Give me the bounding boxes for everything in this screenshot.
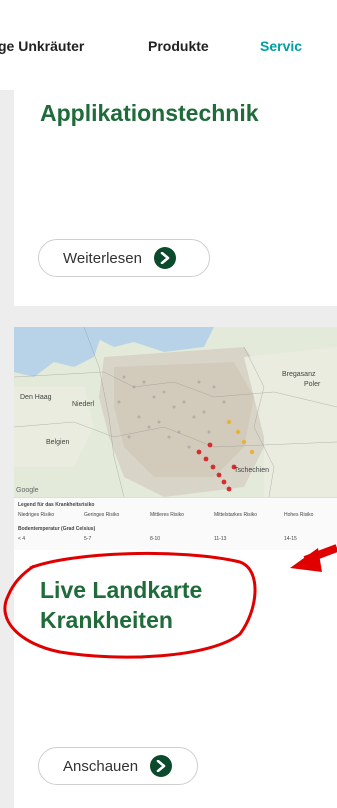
chevron-right-icon — [150, 755, 173, 777]
view-button[interactable]: Anschauen — [38, 747, 198, 785]
legend-title-temperature: Bodentemperatur (Grad Celsius) — [18, 526, 96, 532]
disease-map[interactable]: Poler Niederl Belgien Tschechien Bregasa… — [14, 327, 337, 497]
legend-item: Mittleres Risiko — [150, 512, 184, 518]
legend-item: 8-10 — [150, 536, 161, 542]
legend-item: 11-13 — [214, 536, 227, 542]
button-label: Anschauen — [63, 757, 139, 775]
read-more-button[interactable]: Weiterlesen — [38, 239, 210, 277]
map-label-belgien: Belgien — [46, 439, 70, 446]
card-title: Applikationstechnik — [40, 100, 259, 126]
legend-item: 5-7 — [84, 536, 92, 542]
map-label-niederlande: Niederl — [72, 401, 95, 408]
map-image — [14, 327, 337, 497]
legend-item: Geringes Risiko — [84, 512, 120, 518]
top-navigation: ge Unkräuter Produkte Servic — [0, 0, 337, 90]
button-label: Weiterlesen — [63, 249, 142, 267]
legend-item: Mittelstarkes Risiko — [214, 512, 258, 518]
nav-item-service[interactable]: Servic — [260, 38, 302, 54]
legend-title-risk: Legend für das Krankheitsrisiko — [18, 502, 95, 508]
map-label-polen: Poler — [304, 381, 321, 388]
google-logo: Google — [16, 487, 39, 494]
card-title-line1: Live Landkarte — [40, 577, 203, 603]
map-label-tschechien: Tschechien — [234, 467, 270, 474]
card-live-landkarte: Poler Niederl Belgien Tschechien Bregasa… — [14, 327, 337, 808]
card-title-line2: Krankheiten — [40, 607, 173, 633]
card-applikationstechnik: Applikationstechnik Weiterlesen — [14, 80, 337, 306]
map-legend: Legend für das Krankheitsrisiko Niedrige… — [14, 497, 337, 550]
nav-item-produkte[interactable]: Produkte — [148, 38, 209, 54]
nav-item-unkraeuter[interactable]: ge Unkräuter — [0, 38, 84, 54]
card-title: Live Landkarte Krankheiten — [40, 575, 202, 635]
map-label-bregasanz: Bregasanz — [282, 371, 316, 378]
legend-item: Hohes Risiko — [284, 512, 314, 518]
legend-item: < 4 — [18, 536, 26, 542]
map-label-den-haag: Den Haag — [20, 394, 52, 401]
legend-item: Niedriges Risiko — [18, 512, 55, 518]
legend-item: 14-15 — [284, 536, 297, 542]
chevron-right-icon — [153, 247, 176, 269]
